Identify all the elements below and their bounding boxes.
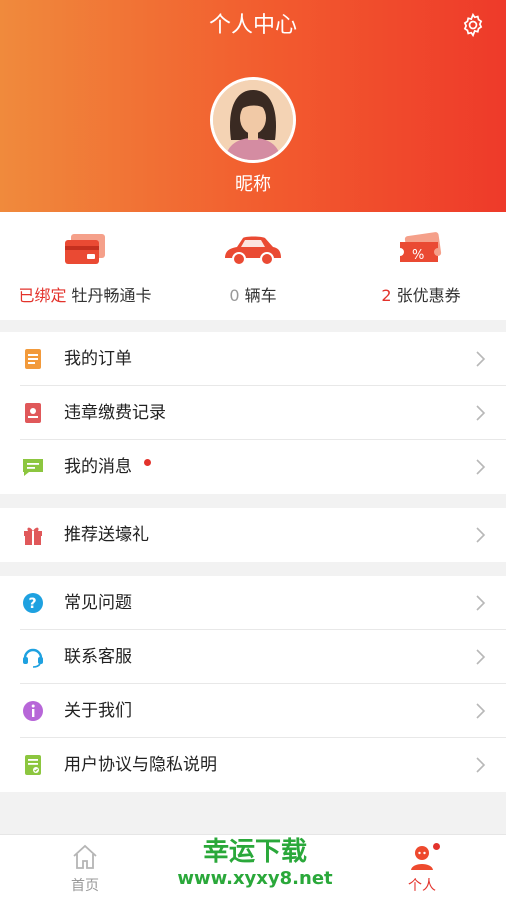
- watermark-url: www.xyxy8.net: [177, 868, 333, 889]
- agreement-icon: [25, 755, 41, 775]
- car-count: 0: [229, 286, 240, 305]
- svg-text:%: %: [412, 248, 424, 263]
- chevron-right-icon: [476, 649, 486, 665]
- headset-icon: [23, 648, 43, 668]
- tab-home-label: 首页: [71, 878, 99, 894]
- message-icon: [23, 459, 43, 476]
- menu-group-referral: 推荐送壕礼: [0, 508, 506, 562]
- card-icon: [65, 234, 105, 264]
- menu-label-agreement: 用户协议与隐私说明: [64, 755, 217, 775]
- coupon-count: 2: [381, 286, 392, 305]
- menu-label-violations: 违章缴费记录: [64, 403, 166, 423]
- menu-item-violations[interactable]: 违章缴费记录: [0, 386, 506, 440]
- menu-label-referral: 推荐送壕礼: [64, 525, 149, 545]
- account-summary: 已绑定 牡丹畅通卡 0 辆车 % 2 张优惠券: [0, 212, 506, 320]
- chevron-right-icon: [476, 459, 486, 475]
- unread-dot: [144, 459, 151, 466]
- cars-summary[interactable]: 0 辆车: [170, 212, 336, 320]
- card-status: 已绑定: [18, 286, 67, 305]
- menu-label-orders: 我的订单: [64, 349, 132, 369]
- profile-icon: [411, 846, 433, 870]
- menu-item-support[interactable]: 联系客服: [0, 630, 506, 684]
- profile-badge-dot: [433, 843, 440, 850]
- menu-item-messages[interactable]: 我的消息: [0, 440, 506, 494]
- menu-group-orders: 我的订单 违章缴费记录 我的消息: [0, 332, 506, 494]
- menu-item-orders[interactable]: 我的订单: [0, 332, 506, 386]
- home-icon: [73, 844, 97, 869]
- chevron-right-icon: [476, 405, 486, 421]
- menu-label-support: 联系客服: [64, 647, 132, 667]
- menu-item-referral[interactable]: 推荐送壕礼: [0, 508, 506, 562]
- chevron-right-icon: [476, 595, 486, 611]
- menu-item-agreement[interactable]: 用户协议与隐私说明: [0, 738, 506, 792]
- info-icon: [23, 701, 43, 721]
- profile-header: 个人中心 昵称: [0, 0, 506, 212]
- chevron-right-icon: [476, 757, 486, 773]
- watermark-title: 幸运下载: [202, 837, 307, 867]
- coupons-summary[interactable]: % 2 张优惠券: [336, 212, 506, 320]
- menu-label-messages: 我的消息: [64, 457, 132, 477]
- card-binding[interactable]: 已绑定 牡丹畅通卡: [0, 212, 170, 320]
- avatar[interactable]: [210, 77, 296, 163]
- menu-label-about: 关于我们: [64, 701, 132, 721]
- chevron-right-icon: [476, 527, 486, 543]
- car-label: 辆车: [244, 286, 277, 305]
- order-icon: [25, 349, 41, 369]
- coupon-icon: %: [400, 232, 442, 263]
- menu-item-about[interactable]: 关于我们: [0, 684, 506, 738]
- chevron-right-icon: [476, 703, 486, 719]
- tab-profile[interactable]: 个人: [362, 835, 482, 900]
- page-title: 个人中心: [208, 13, 297, 38]
- card-label: 牡丹畅通卡: [71, 286, 152, 305]
- gift-icon: [24, 527, 42, 545]
- watermark: 幸运下载 www.xyxy8.net: [170, 836, 340, 890]
- car-icon: [225, 236, 281, 266]
- chevron-right-icon: [476, 351, 486, 367]
- violation-record-icon: [25, 403, 41, 423]
- gear-icon[interactable]: [460, 12, 486, 38]
- svg-text:?: ?: [29, 596, 37, 612]
- menu-group-help: ? 常见问题 联系客服 关于我们 用户协议与隐私说明: [0, 576, 506, 792]
- question-icon: ?: [23, 593, 43, 613]
- menu-item-faq[interactable]: ? 常见问题: [0, 576, 506, 630]
- tab-home[interactable]: 首页: [25, 835, 145, 900]
- menu-label-faq: 常见问题: [64, 593, 132, 613]
- coupon-label: 张优惠券: [396, 286, 461, 305]
- tab-profile-label: 个人: [408, 878, 436, 894]
- nickname[interactable]: 昵称: [0, 170, 506, 196]
